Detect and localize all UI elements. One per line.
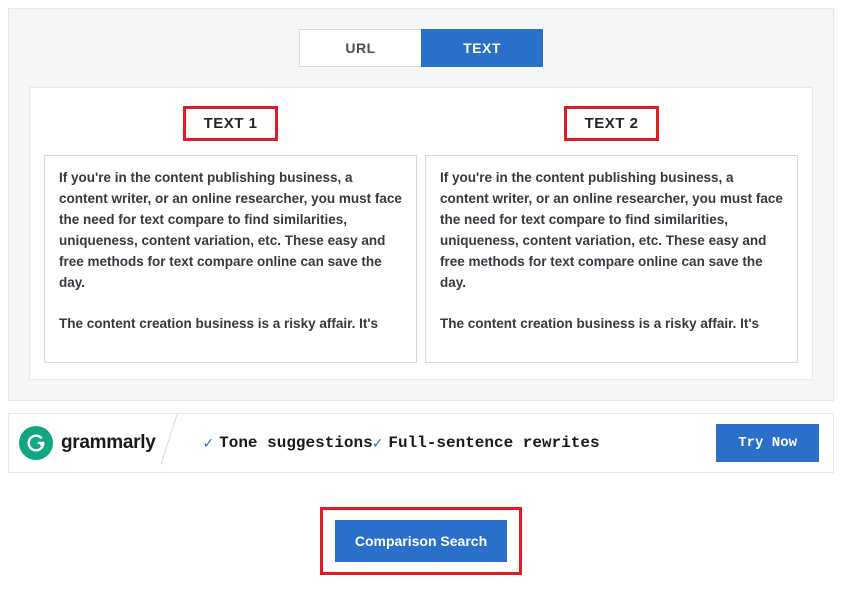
text-input-container: TEXT 1 TEXT 2 xyxy=(29,87,813,380)
text-column-1: TEXT 1 xyxy=(44,106,417,363)
text2-header-highlight: TEXT 2 xyxy=(564,106,660,141)
feature-rewrites: ✓ Full-sentence rewrites xyxy=(373,433,600,453)
divider-slash xyxy=(161,414,195,472)
grammarly-logo: grammarly xyxy=(19,426,155,460)
comparison-button-highlight: Comparison Search xyxy=(320,507,522,575)
tab-url[interactable]: URL xyxy=(299,29,421,67)
feature-tone: ✓ Tone suggestions xyxy=(203,433,372,453)
text2-header: TEXT 2 xyxy=(585,115,639,132)
grammarly-brand-text: grammarly xyxy=(61,432,155,454)
grammarly-ad: grammarly ✓ Tone suggestions ✓ Full-sent… xyxy=(8,413,834,473)
text2-input[interactable] xyxy=(425,155,798,363)
grammarly-icon xyxy=(19,426,53,460)
text-column-2: TEXT 2 xyxy=(425,106,798,363)
feature-rewrites-label: Full-sentence rewrites xyxy=(388,434,599,452)
comparison-search-button[interactable]: Comparison Search xyxy=(335,520,507,562)
comparison-panel: URL TEXT TEXT 1 TEXT 2 xyxy=(8,8,834,401)
check-icon: ✓ xyxy=(373,433,383,453)
try-now-button[interactable]: Try Now xyxy=(716,424,819,462)
action-row: Comparison Search xyxy=(8,507,834,575)
input-mode-tabs: URL TEXT xyxy=(29,29,813,67)
text1-header: TEXT 1 xyxy=(204,115,258,132)
text1-header-highlight: TEXT 1 xyxy=(183,106,279,141)
check-icon: ✓ xyxy=(203,433,213,453)
text1-input[interactable] xyxy=(44,155,417,363)
feature-tone-label: Tone suggestions xyxy=(219,434,373,452)
tab-text[interactable]: TEXT xyxy=(421,29,543,67)
